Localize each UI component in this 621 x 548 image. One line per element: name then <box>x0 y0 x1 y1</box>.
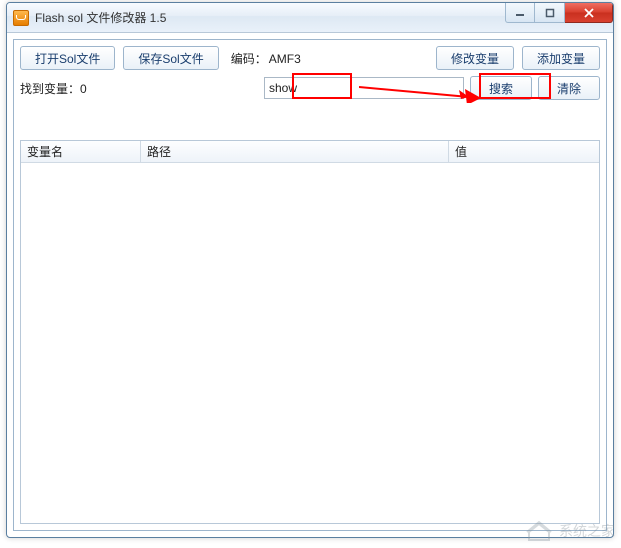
encoding-label: 编码：AMF3 <box>231 50 301 67</box>
col-value[interactable]: 值 <box>449 141 599 162</box>
window-title: Flash sol 文件修改器 1.5 <box>35 9 166 26</box>
modify-var-button[interactable]: 修改变量 <box>436 46 514 70</box>
minimize-icon <box>515 8 525 18</box>
search-toolbar: 找到变量：0 搜索 清除 <box>14 74 606 108</box>
app-window: Flash sol 文件修改器 1.5 打开Sol文件 保存Sol文件 编码：A… <box>6 2 614 538</box>
titlebar[interactable]: Flash sol 文件修改器 1.5 <box>7 3 613 33</box>
close-button[interactable] <box>565 3 613 23</box>
close-icon <box>583 8 595 18</box>
col-path[interactable]: 路径 <box>141 141 449 162</box>
client-area: 打开Sol文件 保存Sol文件 编码：AMF3 修改变量 添加变量 找到变量：0… <box>13 39 607 531</box>
open-sol-button[interactable]: 打开Sol文件 <box>20 46 115 70</box>
search-input[interactable] <box>265 78 463 98</box>
found-label: 找到变量：0 <box>20 80 87 97</box>
save-sol-button[interactable]: 保存Sol文件 <box>123 46 218 70</box>
add-var-button[interactable]: 添加变量 <box>522 46 600 70</box>
col-var-name[interactable]: 变量名 <box>21 141 141 162</box>
results-table: 变量名 路径 值 <box>20 140 600 524</box>
found-count: 0 <box>80 82 87 96</box>
main-toolbar: 打开Sol文件 保存Sol文件 编码：AMF3 修改变量 添加变量 <box>14 40 606 74</box>
search-button[interactable]: 搜索 <box>470 76 532 100</box>
maximize-button[interactable] <box>535 3 565 23</box>
window-controls <box>505 3 613 23</box>
clear-button[interactable]: 清除 <box>538 76 600 100</box>
table-header: 变量名 路径 值 <box>21 141 599 163</box>
table-body[interactable] <box>21 163 599 523</box>
search-input-wrap <box>264 77 464 99</box>
app-icon <box>13 10 29 26</box>
maximize-icon <box>545 8 555 18</box>
minimize-button[interactable] <box>505 3 535 23</box>
